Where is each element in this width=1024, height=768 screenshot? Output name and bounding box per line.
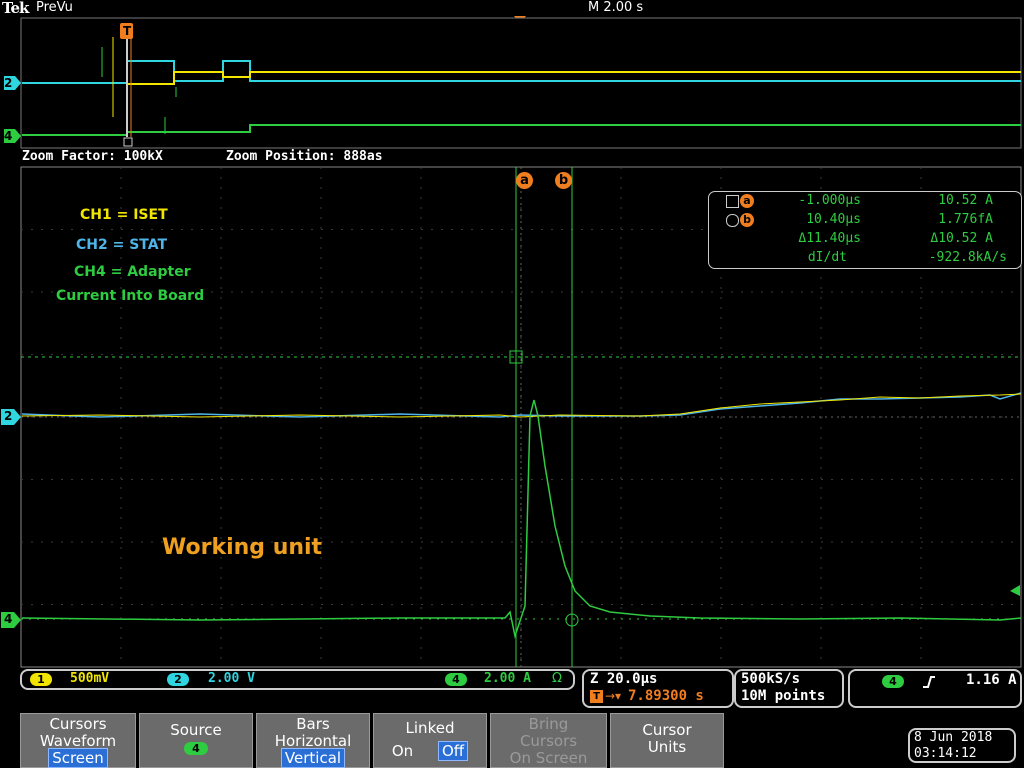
datetime-panel: 8 Jun 2018 03:14:12 bbox=[908, 728, 1016, 763]
annotation-ch4-line1: CH4 = Adapter bbox=[74, 264, 191, 280]
ch2-ground-label: 2 bbox=[4, 409, 13, 423]
linked-on-option: On bbox=[391, 742, 414, 760]
date-readout: 8 Jun 2018 bbox=[914, 730, 993, 745]
trigger-panel[interactable]: 4 1.16 A bbox=[848, 669, 1022, 708]
main-timebase: M 2.00 s bbox=[588, 0, 644, 15]
ch2-chip: 2 bbox=[167, 673, 189, 686]
ch1-chip: 1 bbox=[30, 673, 52, 686]
bars-vertical-option: Vertical bbox=[280, 748, 346, 768]
time-readout: 03:14:12 bbox=[914, 746, 977, 761]
cursor-readout-panel: a b -1.000µs 10.52 A 10.40µs 1.776fA Δ11… bbox=[708, 191, 1022, 269]
cursor-a-value: 10.52 A bbox=[938, 193, 993, 208]
bring-on-screen-label: On Screen bbox=[509, 749, 588, 767]
cursors-mode-button[interactable]: Cursors Waveform Screen bbox=[20, 713, 136, 768]
trigger-delay-icon: T bbox=[590, 690, 603, 703]
rising-edge-icon bbox=[923, 676, 935, 688]
cursor-b-time: 10.40µs bbox=[806, 212, 861, 227]
cursor-a-handle[interactable]: a bbox=[516, 172, 533, 189]
overview-ch4-label: 4 bbox=[4, 129, 13, 143]
bars-label: Bars bbox=[296, 715, 330, 733]
zoom-factor: Zoom Factor: 100kX bbox=[22, 149, 163, 164]
source-button[interactable]: Source 4 bbox=[139, 713, 253, 768]
cursor-delta-time: Δ11.40µs bbox=[798, 231, 861, 246]
annotation-ch2: CH2 = STAT bbox=[76, 237, 168, 253]
trigger-delay: 7.89300 s bbox=[628, 688, 704, 704]
overview-trigger-icon: T bbox=[123, 24, 132, 38]
cursor-slope-value: -922.8kA/s bbox=[928, 250, 1007, 265]
square-cursor-icon bbox=[726, 195, 739, 208]
cursor-units-button[interactable]: Cursor Units bbox=[610, 713, 724, 768]
cursor-slope-label: dI/dt bbox=[807, 250, 847, 265]
top-status-bar: Tek PreVu M 2.00 s bbox=[0, 0, 1024, 17]
bring-cursors-button[interactable]: Bring Cursors On Screen bbox=[490, 713, 607, 768]
cursor-b-icon: b bbox=[740, 213, 754, 227]
linked-label: Linked bbox=[405, 719, 455, 737]
ch4-chip: 4 bbox=[445, 673, 467, 686]
ch4-unit: Ω bbox=[552, 671, 562, 686]
bars-button[interactable]: Bars Horizontal Vertical bbox=[256, 713, 370, 768]
cursor-delta-value: Δ10.52 A bbox=[930, 231, 993, 246]
sample-rate: 500kS/s bbox=[741, 671, 801, 687]
ch4-scale: 2.00 A bbox=[484, 671, 531, 686]
ch4-ground-label: 4 bbox=[4, 612, 13, 626]
acquisition-mode: PreVu bbox=[36, 0, 73, 15]
record-length: 10M points bbox=[741, 688, 826, 704]
bring-label: Bring bbox=[528, 715, 569, 733]
circle-cursor-icon bbox=[726, 214, 739, 227]
trigger-level-icon bbox=[1010, 585, 1020, 596]
bring-cursors-label: Cursors bbox=[519, 732, 578, 750]
linked-button[interactable]: Linked On Off bbox=[373, 713, 487, 768]
cursors-label: Cursors bbox=[49, 715, 107, 733]
overview-window bbox=[4, 17, 1022, 149]
cursor-a-icon: a bbox=[740, 194, 754, 208]
cursor-b-handle[interactable]: b bbox=[555, 172, 572, 189]
zoom-position: Zoom Position: 888as bbox=[226, 149, 383, 164]
trigger-source-chip: 4 bbox=[882, 675, 904, 688]
cursor-units-label-2: Units bbox=[647, 738, 687, 756]
horizontal-scale: Z 20.0µs bbox=[590, 671, 658, 687]
trigger-level: 1.16 A bbox=[966, 672, 1017, 688]
linked-off-option: Off bbox=[437, 741, 469, 761]
source-value: 4 bbox=[184, 742, 208, 755]
ch1-scale: 500mV bbox=[70, 671, 110, 686]
horizontal-panel[interactable]: Z 20.0µs T →▾ 7.89300 s bbox=[582, 669, 734, 708]
acquisition-panel[interactable]: 500kS/s 10M points bbox=[734, 669, 844, 708]
annotation-ch4-line2: Current Into Board bbox=[56, 288, 205, 304]
cursor-a-time: -1.000µs bbox=[798, 193, 861, 208]
annotation-status: Working unit bbox=[162, 535, 323, 560]
brand-logo: Tek bbox=[2, 0, 29, 17]
cursors-screen-option: Screen bbox=[48, 748, 108, 768]
overview-ch2-label: 2 bbox=[4, 76, 13, 90]
channel-scale-panel[interactable]: 1 500mV 2 2.00 V 4 2.00 A Ω bbox=[20, 669, 575, 690]
ch2-scale: 2.00 V bbox=[208, 671, 255, 686]
annotation-ch1: CH1 = ISET bbox=[80, 207, 168, 223]
cursor-b-value: 1.776fA bbox=[938, 212, 993, 227]
source-label: Source bbox=[170, 721, 222, 739]
cursor-units-label: Cursor bbox=[642, 721, 692, 739]
delay-arrow-icon: →▾ bbox=[605, 689, 622, 703]
